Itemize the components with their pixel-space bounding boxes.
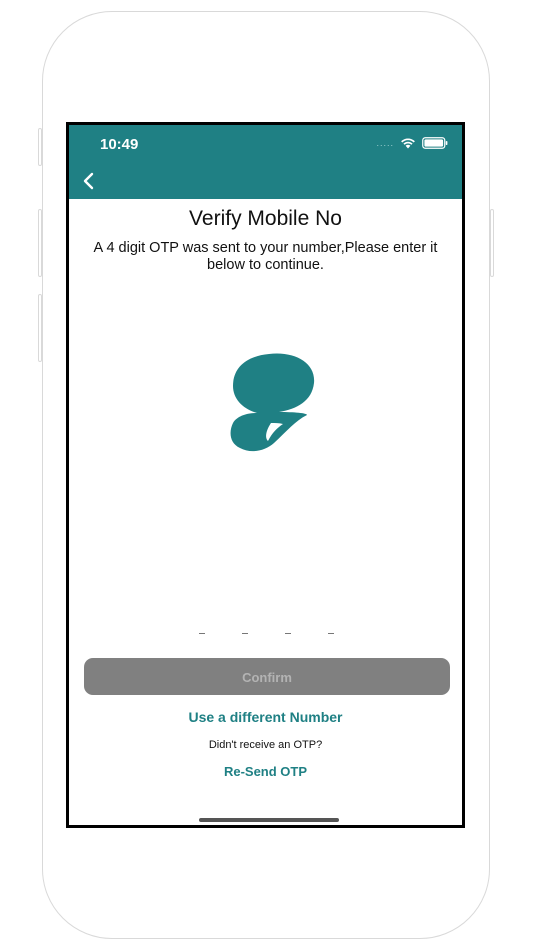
home-indicator[interactable] <box>199 818 339 822</box>
back-button[interactable] <box>77 169 99 193</box>
otp-digit-3[interactable] <box>285 633 291 634</box>
app-screen: 10:49 ..... Verify Mobile No A 4 digit O… <box>66 122 465 828</box>
brand-logo-icon <box>230 353 315 452</box>
signal-icon: ..... <box>376 137 394 148</box>
phone-side-button <box>38 209 42 277</box>
use-different-number-link[interactable]: Use a different Number <box>69 709 462 725</box>
confirm-button[interactable]: Confirm <box>84 658 450 695</box>
otp-digit-4[interactable] <box>328 633 334 634</box>
otp-digit-2[interactable] <box>242 633 248 634</box>
app-header: 10:49 ..... <box>69 125 462 199</box>
resend-otp-link[interactable]: Re-Send OTP <box>69 764 462 779</box>
otp-not-received-text: Didn't receive an OTP? <box>208 739 323 751</box>
chevron-left-icon <box>83 172 94 190</box>
status-time: 10:49 <box>100 136 139 153</box>
phone-side-button <box>490 209 494 277</box>
battery-icon <box>422 137 448 149</box>
otp-input-row[interactable] <box>199 625 334 634</box>
otp-digit-1[interactable] <box>199 633 205 634</box>
wifi-icon <box>401 138 415 149</box>
status-icons: ..... <box>376 137 448 149</box>
otp-instructions: A 4 digit OTP was sent to your number,Pl… <box>93 240 438 273</box>
phone-side-button <box>38 128 42 166</box>
phone-side-button <box>38 294 42 362</box>
page-title: Verify Mobile No <box>189 207 342 230</box>
